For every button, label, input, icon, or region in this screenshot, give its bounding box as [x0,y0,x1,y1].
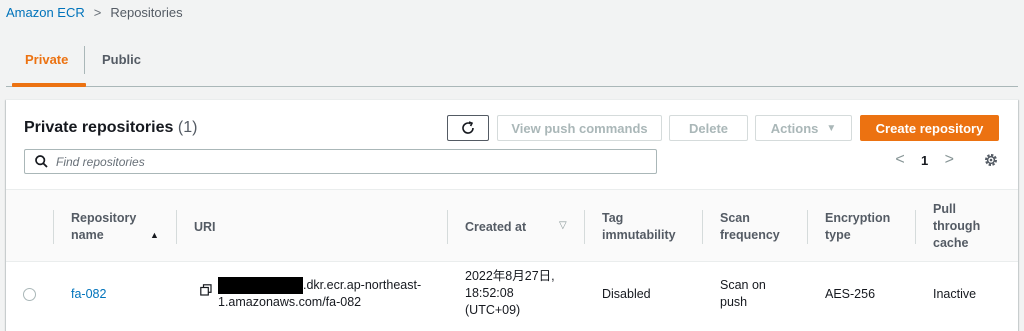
active-tab-indicator [12,83,86,87]
column-divider [584,210,585,244]
scan-line1: Scan on [720,278,766,292]
breadcrumb-current: Repositories [110,5,183,20]
header-scan-line2: frequency [720,228,780,242]
repositories-panel: Private repositories (1) View push comma… [6,99,1018,331]
scan-line2: push [720,295,748,309]
column-divider [915,210,916,244]
row-select-radio[interactable] [23,288,36,301]
caret-down-icon: ▼ [826,122,837,134]
created-at-cell: 2022年8月27日, 18:52:08 (UTC+09) [465,268,555,319]
header-pull-line1: Pull [933,202,956,216]
header-name-line2: name [71,228,104,242]
header-name-line1: Repository [71,211,137,225]
tag-immutability-cell: Disabled [602,287,651,301]
sort-ascending-icon[interactable]: ▲ [150,230,159,240]
encryption-type-cell: AES-256 [825,287,876,301]
header-scan-line1: Scan [720,211,750,225]
refresh-icon [462,121,474,134]
panel-title-text: Private repositories [24,119,174,136]
gear-icon[interactable] [983,152,999,168]
uri-line1-text: .dkr.ecr.ap-northeast- [303,278,422,292]
redacted-account-id [218,277,303,294]
column-divider [702,210,703,244]
tab-private[interactable]: Private [25,52,68,67]
search-icon [35,155,48,168]
delete-button[interactable]: Delete [669,115,748,141]
column-divider [447,210,448,244]
header-enc-line1: Encryption [825,211,891,225]
refresh-button[interactable] [447,115,489,141]
column-header-tag-immutability[interactable]: Tag immutability [602,210,676,244]
repository-tabs: Private Public [6,40,1018,87]
previous-page-button[interactable]: < [892,151,908,169]
tab-divider [84,46,85,74]
header-pull-line3: cache [933,236,969,250]
sort-descending-icon[interactable]: ▽ [559,220,567,231]
header-enc-line2: type [825,228,851,242]
repository-count: (1) [177,119,198,136]
header-tag-line1: Tag [602,211,624,225]
column-header-uri[interactable]: URI [194,219,216,236]
created-line2: 18:52:08 [465,286,514,300]
table-row: fa-082 .dkr.ecr.ap-northeast- 1.amazonaw… [6,263,1018,331]
column-divider [176,210,177,244]
view-push-commands-button[interactable]: View push commands [497,115,662,141]
created-line3: (UTC+09) [465,303,521,317]
column-header-scan-frequency[interactable]: Scan frequency [720,210,780,244]
column-divider [807,210,808,244]
actions-label: Actions [770,120,819,136]
uri-line2: 1.amazonaws.com/fa-082 [218,295,362,309]
header-pull-line2: through [933,219,981,233]
actions-dropdown[interactable]: Actions ▼ [755,115,852,141]
created-line1: 2022年8月27日, [465,269,555,283]
header-tag-line2: immutability [602,228,676,242]
breadcrumb-separator: > [93,5,102,20]
panel-title: Private repositories (1) [24,119,197,137]
breadcrumb-amazon-ecr-link[interactable]: Amazon ECR [6,5,85,20]
breadcrumb: Amazon ECR > Repositories [6,5,183,20]
repository-name-link[interactable]: fa-082 [71,286,106,303]
pagination: < 1 > [892,151,957,169]
search-input[interactable] [56,154,636,169]
next-page-button[interactable]: > [941,151,957,169]
table-header: Repository name ▲ URI Created at ▽ Tag i… [6,189,1018,262]
page-number[interactable]: 1 [921,153,928,168]
column-header-created-at[interactable]: Created at [465,219,526,236]
column-header-pull-through-cache[interactable]: Pull through cache [933,201,980,252]
column-header-repository-name[interactable]: Repository name [71,210,136,244]
repository-uri[interactable]: .dkr.ecr.ap-northeast- 1.amazonaws.com/f… [218,277,421,311]
tab-public[interactable]: Public [102,52,141,67]
search-box [24,149,657,174]
create-repository-button[interactable]: Create repository [860,115,999,141]
scan-frequency-cell: Scan on push [720,277,766,311]
copy-icon[interactable] [200,284,212,296]
column-divider [53,210,54,244]
uri-line1: .dkr.ecr.ap-northeast- [218,277,421,294]
column-header-encryption-type[interactable]: Encryption type [825,210,890,244]
pull-through-cache-cell: Inactive [933,287,977,301]
